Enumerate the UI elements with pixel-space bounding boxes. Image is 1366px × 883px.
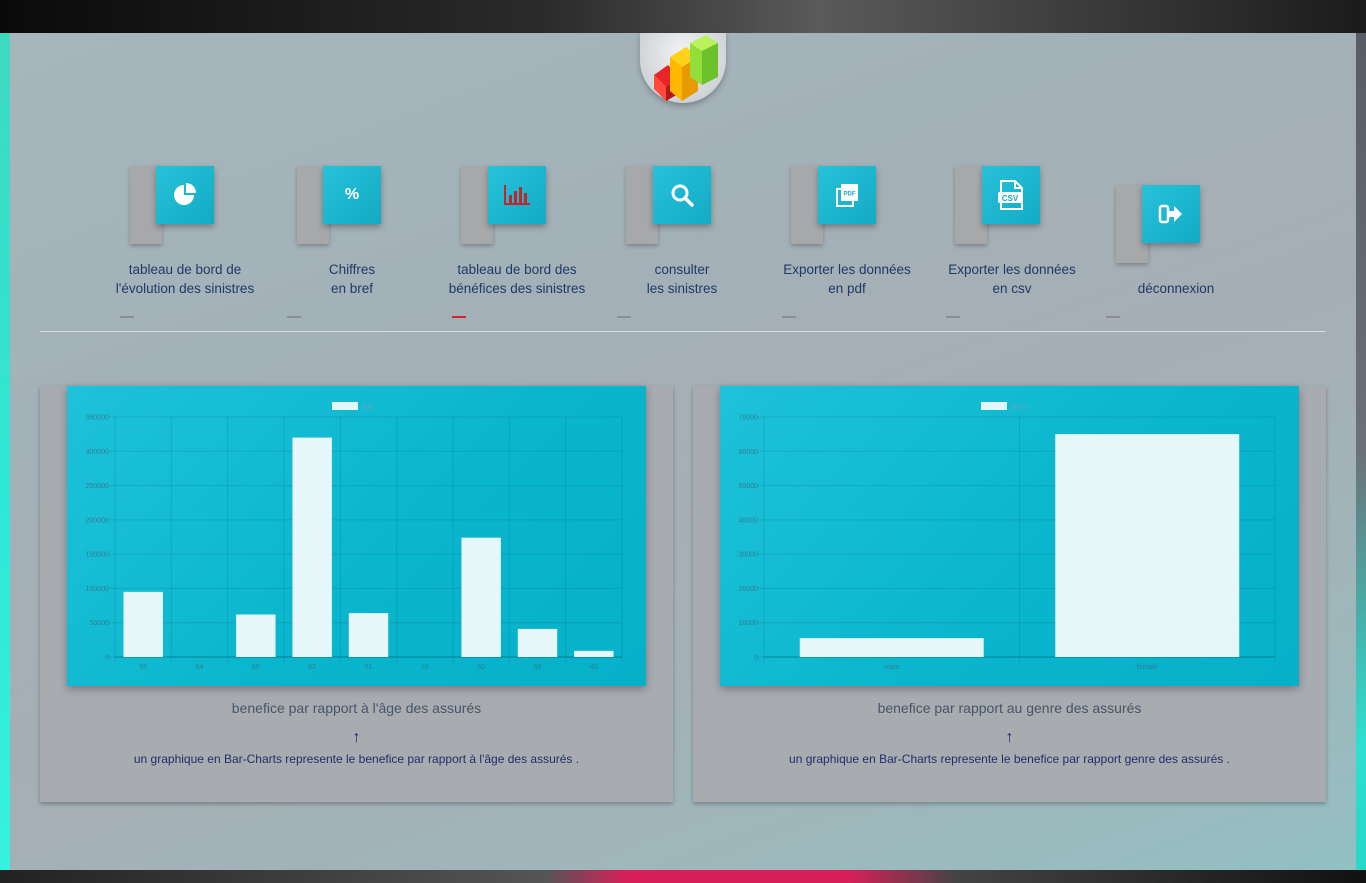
age-benefit-chart-svg: age 0 50000 100000 150000 200000 250000 300000 3… — [86, 402, 623, 671]
gender-benefit-card: genre 0 10000 20000 30000 40000 50000 60000 7000… — [693, 386, 1326, 802]
legend-swatch — [332, 402, 358, 410]
nav-item-logout[interactable]: déconnexion — [1091, 33, 1261, 333]
y-tick-label: 150000 — [86, 552, 109, 559]
x-tick-label: 40 — [590, 664, 598, 671]
y-tick-label: 40000 — [739, 517, 759, 524]
pie-chart-icon — [174, 183, 196, 205]
bar — [517, 628, 558, 657]
nav-item-indicator — [617, 316, 631, 318]
x-tick-label: 58 — [534, 664, 542, 671]
background-photo-top — [0, 0, 1366, 33]
nav-item-indicator — [1106, 316, 1120, 318]
nav-item-export-pdf[interactable]: PDF Exporter les données en pdf — [762, 33, 932, 333]
x-tick-label: 10 — [421, 664, 429, 671]
dashboard-nav: tableau de bord de l'évolution des sinis… — [10, 33, 1356, 333]
x-tick-label: male — [884, 664, 899, 671]
nav-tile[interactable]: PDF — [818, 166, 876, 224]
y-tick-label: 20000 — [739, 586, 759, 593]
bar — [236, 614, 276, 657]
left-edge-accent — [0, 33, 10, 870]
nav-item-view-claims[interactable]: consulter les sinistres — [597, 33, 767, 333]
x-tick-label: 62 — [308, 664, 316, 671]
y-tick-label: 70000 — [739, 415, 759, 422]
legend-label: genre — [1011, 404, 1029, 411]
gender-benefit-chart: genre 0 10000 20000 30000 40000 50000 60000 7000… — [720, 386, 1299, 686]
x-tick-label: 60 — [252, 664, 260, 671]
y-tick-label: 200000 — [86, 517, 109, 524]
nav-item-label: déconnexion — [1137, 281, 1215, 296]
bar — [799, 638, 984, 657]
y-tick-label: 0 — [754, 655, 758, 662]
pdf-icon-text: PDF — [844, 192, 856, 198]
y-tick-label: 60000 — [739, 449, 759, 456]
y-tick-label: 250000 — [86, 483, 109, 490]
y-tick-label: 0 — [105, 655, 109, 662]
bar — [123, 591, 163, 657]
card-description: un graphique en Bar-Charts represente le… — [133, 752, 580, 766]
y-tick-label: 100000 — [86, 586, 109, 593]
y-tick-label: 30000 — [739, 552, 759, 559]
nav-item-indicator — [120, 316, 134, 318]
nav-item-label: Exporter les données en pdf — [783, 262, 911, 296]
nav-item-label: tableau de bord de l'évolution des sinis… — [115, 262, 255, 296]
nav-item-label: Chiffres en bref — [328, 262, 376, 296]
nav-item-label: tableau de bord des bénéfices des sinist… — [448, 262, 586, 296]
nav-tile[interactable] — [1142, 185, 1200, 243]
nav-item-export-csv[interactable]: CSV Exporter les données en csv — [927, 33, 1097, 333]
nav-tile[interactable]: % — [323, 166, 381, 224]
csv-icon: CSV — [998, 180, 1023, 210]
nav-tile[interactable] — [488, 166, 546, 224]
background-photo-bottom — [0, 870, 1366, 883]
nav-item-indicator — [782, 316, 796, 318]
bar — [348, 613, 389, 657]
nav-tile[interactable]: CSV — [982, 166, 1040, 224]
x-tick-label: 50 — [477, 664, 485, 671]
nav-item-key-figures[interactable]: % Chiffres en bref — [267, 33, 437, 333]
nav-item-label: consulter les sinistres — [646, 262, 718, 296]
y-tick-label: 50000 — [90, 620, 110, 627]
search-icon — [671, 184, 694, 207]
bar — [574, 650, 614, 657]
y-tick-label: 350000 — [86, 415, 109, 422]
card-description: un graphique en Bar-Charts represente le… — [789, 752, 1230, 766]
card-title: benefice par rapport à l'âge des assurés — [231, 700, 482, 716]
nav-item-indicator — [287, 316, 301, 318]
nav-item-active-indicator — [452, 316, 466, 318]
y-tick-label: 50000 — [739, 483, 759, 490]
nav-item-benefits-dashboard[interactable]: tableau de bord des bénéfices des sinist… — [432, 33, 602, 333]
x-tick-label: 54 — [196, 664, 204, 671]
legend-swatch — [981, 402, 1007, 410]
csv-icon-text: CSV — [1002, 194, 1019, 203]
x-tick-label: female — [1137, 664, 1158, 671]
main-panel: tableau de bord de l'évolution des sinis… — [10, 33, 1356, 870]
bar — [1055, 434, 1240, 657]
nav-item-label: Exporter les données en csv — [948, 262, 1076, 296]
up-arrow-icon: ↑ — [1005, 729, 1014, 746]
percent-icon: % — [344, 186, 360, 203]
nav-item-indicator — [946, 316, 960, 318]
gender-benefit-chart-svg: genre 0 10000 20000 30000 40000 50000 60000 7000… — [739, 402, 1276, 671]
age-benefit-card: age 0 50000 100000 150000 200000 250000 300000 3… — [40, 386, 673, 802]
bar — [292, 437, 332, 657]
nav-tile[interactable] — [156, 166, 214, 224]
bar — [461, 537, 501, 657]
nav-tile[interactable] — [653, 166, 711, 224]
logout-icon — [1158, 204, 1182, 224]
legend-label: age — [362, 404, 374, 411]
y-tick-label: 300000 — [86, 449, 109, 456]
pdf-icon: PDF — [836, 184, 858, 207]
x-tick-label: 51 — [365, 664, 373, 671]
bar-chart-icon — [504, 185, 530, 205]
up-arrow-icon: ↑ — [352, 729, 361, 746]
card-title: benefice par rapport au genre des assuré… — [877, 700, 1142, 716]
age-benefit-chart: age 0 50000 100000 150000 200000 250000 300000 3… — [67, 386, 646, 686]
nav-item-evolution-dashboard[interactable]: tableau de bord de l'évolution des sinis… — [100, 33, 270, 333]
x-tick-label: 55 — [139, 664, 147, 671]
y-tick-label: 10000 — [739, 620, 759, 627]
right-edge-accent — [1356, 33, 1366, 870]
nav-divider — [40, 331, 1326, 332]
